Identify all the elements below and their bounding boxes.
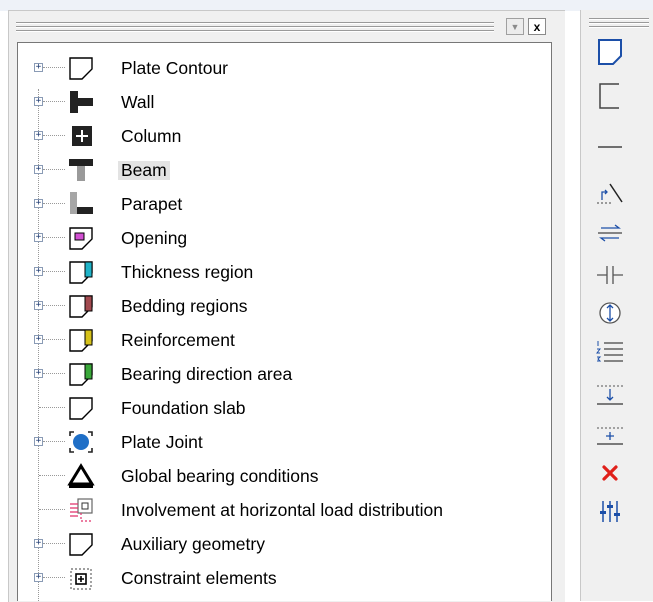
expand-icon[interactable]: + xyxy=(34,539,43,548)
tree-item-plate-joint[interactable]: + Plate Joint xyxy=(18,425,551,459)
swap-direction-icon[interactable] xyxy=(593,218,627,248)
tree-item-label: Bedding regions xyxy=(121,296,248,316)
tree-item-label: Constraint elements xyxy=(121,568,277,588)
tree-item-label: Beam xyxy=(118,161,170,180)
wall-icon xyxy=(70,91,93,113)
expand-icon[interactable]: + xyxy=(34,233,43,242)
tree-item-label: Global bearing conditions xyxy=(121,466,319,486)
tree-item-beam[interactable]: + Beam xyxy=(18,153,551,187)
beam-icon xyxy=(69,159,93,181)
right-toolbar xyxy=(580,10,653,601)
tree-item-constraint-elements[interactable]: + Constraint elements xyxy=(18,561,551,595)
element-tree[interactable]: + Plate Contour + Wall + Column + Beam + xyxy=(17,42,552,601)
tree-item-reinforcement[interactable]: + Reinforcement xyxy=(18,323,551,357)
global-bearing-conditions-icon xyxy=(67,463,95,488)
expand-icon[interactable]: + xyxy=(34,437,43,446)
expand-icon[interactable]: + xyxy=(34,131,43,140)
panel-close-button[interactable]: x xyxy=(528,18,546,35)
tree-item-involvement-load-distribution[interactable]: Involvement at horizontal load distribut… xyxy=(18,493,551,527)
angled-line-icon[interactable] xyxy=(593,178,627,208)
tree-item-global-bearing-conditions[interactable]: Global bearing conditions xyxy=(18,459,551,493)
insert-icon[interactable] xyxy=(593,420,627,450)
tree-item-bedding-regions[interactable]: + Bedding regions xyxy=(18,289,551,323)
delete-icon[interactable] xyxy=(593,458,627,488)
expand-icon[interactable]: + xyxy=(34,369,43,378)
tree-item-label: Plate Contour xyxy=(121,58,229,78)
tree-item-label: Wall xyxy=(121,92,155,112)
expand-icon[interactable]: + xyxy=(34,573,43,582)
expand-icon[interactable]: + xyxy=(34,97,43,106)
tree-item-label: Plate Joint xyxy=(121,432,203,452)
opening-icon xyxy=(69,227,93,250)
thickness-region-icon xyxy=(69,261,93,284)
tree-item-plate-contour[interactable]: + Plate Contour xyxy=(18,51,551,85)
plate-outline-icon[interactable] xyxy=(593,37,627,67)
auxiliary-geometry-icon xyxy=(69,533,93,556)
expand-icon[interactable]: + xyxy=(34,199,43,208)
tree-item-label: Auxiliary geometry xyxy=(121,534,265,554)
line-icon[interactable] xyxy=(593,132,627,162)
tree-item-label: Thickness region xyxy=(121,262,254,282)
tree-item-label: Parapet xyxy=(121,194,183,214)
tree-item-label: Bearing direction area xyxy=(121,364,293,384)
numbered-list-icon[interactable] xyxy=(593,337,627,367)
tree-item-label: Opening xyxy=(121,228,188,248)
tree-item-auxiliary-geometry[interactable]: + Auxiliary geometry xyxy=(18,527,551,561)
open-contour-icon[interactable] xyxy=(593,81,627,111)
tree-item-bearing-direction-area[interactable]: + Bearing direction area xyxy=(18,357,551,391)
toolbar-grip[interactable] xyxy=(589,18,649,30)
parapet-icon xyxy=(70,192,93,214)
settings-sliders-icon[interactable] xyxy=(593,496,627,526)
panel-grip[interactable] xyxy=(16,22,494,33)
foundation-slab-icon xyxy=(69,397,93,420)
tree-item-label: Foundation slab xyxy=(121,398,246,418)
expand-icon[interactable]: + xyxy=(34,335,43,344)
rotate-icon[interactable] xyxy=(593,298,627,328)
tree-item-foundation-slab[interactable]: Foundation slab xyxy=(18,391,551,425)
tree-item-label: Involvement at horizontal load distribut… xyxy=(121,500,443,520)
involvement-load-distribution-icon xyxy=(70,498,93,522)
offset-down-icon[interactable] xyxy=(593,380,627,410)
tree-item-label: Column xyxy=(121,126,182,146)
reinforcement-icon xyxy=(69,329,93,352)
column-icon xyxy=(72,126,92,146)
expand-icon[interactable]: + xyxy=(34,63,43,72)
constraint-elements-icon xyxy=(70,568,92,590)
tree-item-label: Reinforcement xyxy=(121,330,235,350)
plate-contour-icon xyxy=(69,57,93,80)
tree-item-opening[interactable]: + Opening xyxy=(18,221,551,255)
panel-menu-button[interactable]: ▼ xyxy=(506,18,524,35)
plate-joint-icon xyxy=(69,431,93,453)
expand-icon[interactable]: + xyxy=(34,267,43,276)
tree-item-column[interactable]: + Column xyxy=(18,119,551,153)
bedding-regions-icon xyxy=(69,295,93,318)
bearing-direction-area-icon xyxy=(69,363,93,386)
expand-icon[interactable]: + xyxy=(34,301,43,310)
expand-icon[interactable]: + xyxy=(34,165,43,174)
tree-item-parapet[interactable]: + Parapet xyxy=(18,187,551,221)
tree-item-thickness-region[interactable]: + Thickness region xyxy=(18,255,551,289)
split-icon[interactable] xyxy=(593,260,627,290)
tree-item-wall[interactable]: + Wall xyxy=(18,85,551,119)
